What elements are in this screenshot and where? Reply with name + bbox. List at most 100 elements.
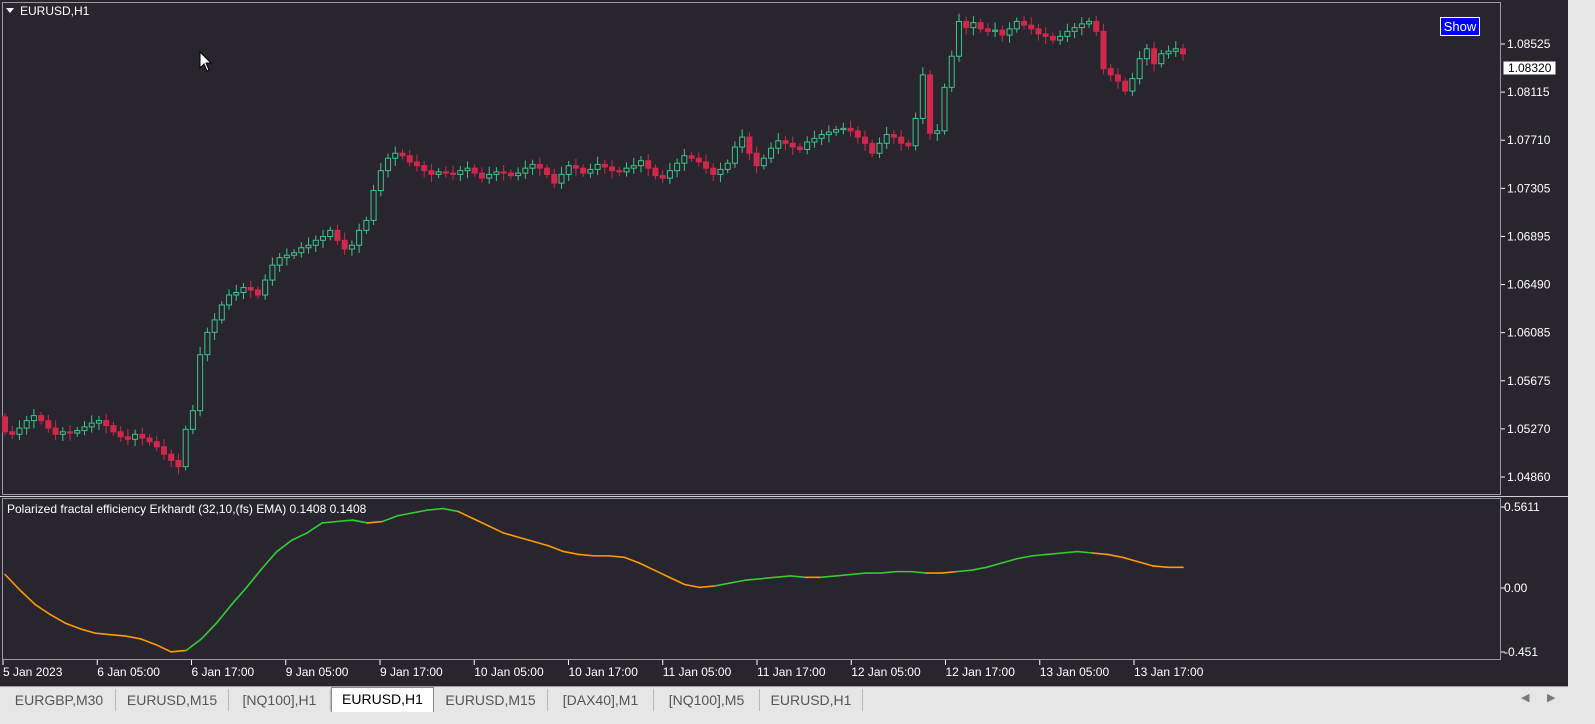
price-tick-label: 1.04860 xyxy=(1507,470,1551,484)
chart-tab[interactable]: [NQ100],M5 xyxy=(654,689,760,711)
candle xyxy=(927,70,934,141)
pfe-segment xyxy=(668,576,686,586)
candle xyxy=(825,125,832,143)
chart-window[interactable]: 1.08525 1.08115 1.07710 1.07305 1.06895 1.064… xyxy=(0,0,1568,686)
candle xyxy=(182,425,189,471)
candle xyxy=(240,282,247,300)
time-tick-label: 6 Jan 05:00 xyxy=(97,665,160,679)
candle xyxy=(833,125,840,136)
pfe-segment xyxy=(351,519,369,524)
candle xyxy=(616,166,623,176)
chart-tab[interactable]: EURUSD,H1 xyxy=(331,687,434,712)
candle xyxy=(493,167,500,182)
pfe-segment xyxy=(1046,552,1063,556)
pfe-segment xyxy=(321,520,339,524)
candle xyxy=(1057,30,1064,45)
chart-tab[interactable]: EURUSD,M15 xyxy=(434,689,548,711)
chart-canvas[interactable]: 1.08525 1.08115 1.07710 1.07305 1.06895 1.064… xyxy=(0,0,1568,686)
indicator-tick-label: 0.00 xyxy=(1504,581,1528,595)
candle xyxy=(919,67,926,125)
candle xyxy=(890,129,897,144)
candle xyxy=(1136,51,1143,85)
candle xyxy=(197,347,204,417)
candle xyxy=(392,146,399,166)
candle xyxy=(515,167,522,181)
candle xyxy=(876,137,883,158)
pfe-segment xyxy=(306,522,323,534)
candle xyxy=(435,168,442,179)
pfe-segment xyxy=(215,603,233,625)
candle xyxy=(2,413,8,436)
candle xyxy=(818,129,825,146)
candle xyxy=(840,122,847,135)
candle xyxy=(59,427,66,442)
pfe-segment xyxy=(1031,553,1048,557)
candle xyxy=(81,421,88,436)
candle xyxy=(88,415,95,433)
candle xyxy=(16,420,23,441)
candle xyxy=(226,289,233,310)
price-tick-label: 1.06085 xyxy=(1507,326,1551,340)
candle xyxy=(1006,22,1013,43)
candle xyxy=(1107,63,1114,82)
candle xyxy=(731,141,738,168)
chart-tab[interactable]: [NQ100],H1 xyxy=(229,689,331,711)
candle xyxy=(1071,22,1078,39)
time-tick-label: 9 Jan 05:00 xyxy=(286,665,349,679)
candle xyxy=(160,439,167,460)
candle xyxy=(558,166,565,189)
candle xyxy=(283,248,290,266)
pfe-segment xyxy=(200,622,218,640)
candle xyxy=(305,237,312,254)
time-tick-label: 12 Jan 17:00 xyxy=(946,665,1016,679)
pfe-segment xyxy=(759,576,777,580)
chart-tab[interactable]: EURUSD,M15 xyxy=(116,689,229,711)
candle xyxy=(370,184,377,226)
candle xyxy=(804,136,811,155)
pfe-segment xyxy=(940,570,958,574)
candle xyxy=(1151,42,1158,72)
price-tick-label: 1.06490 xyxy=(1507,278,1551,292)
price-tick-label: 1.08115 xyxy=(1507,85,1550,99)
candle xyxy=(695,152,702,167)
show-button[interactable]: Show xyxy=(1440,17,1480,36)
chart-tab[interactable]: [DAX40],M1 xyxy=(548,689,654,711)
candle xyxy=(377,162,384,197)
candle xyxy=(95,415,102,430)
pfe-segment xyxy=(185,638,203,652)
candle xyxy=(912,112,919,151)
candle xyxy=(247,280,254,298)
candle xyxy=(587,163,594,178)
candle xyxy=(457,165,464,182)
candle xyxy=(1180,44,1186,61)
tab-scroll-left-icon[interactable]: ◀ xyxy=(1521,691,1529,704)
pfe-segment xyxy=(457,510,474,520)
candle xyxy=(23,415,30,435)
candle xyxy=(999,25,1006,42)
pfe-segment xyxy=(623,556,641,564)
candle xyxy=(327,226,334,241)
candle xyxy=(1093,15,1100,37)
pfe-segment xyxy=(1136,560,1154,567)
candle xyxy=(218,301,225,324)
chart-tab[interactable]: EURGBP,M30 xyxy=(3,689,116,711)
candle xyxy=(1172,41,1179,57)
candle xyxy=(710,163,717,182)
time-tick-label: 12 Jan 05:00 xyxy=(851,665,921,679)
candle xyxy=(146,434,153,446)
candle xyxy=(905,139,912,150)
price-tick-label: 1.07710 xyxy=(1507,133,1551,147)
candle xyxy=(724,159,731,174)
pfe-segment xyxy=(64,622,82,630)
title-dropdown-icon[interactable] xyxy=(6,8,14,13)
pfe-segment xyxy=(578,553,595,557)
chart-tab[interactable]: EURUSD,H1 xyxy=(760,689,863,711)
candle xyxy=(659,169,666,183)
pfe-segment xyxy=(411,509,429,514)
candle xyxy=(1129,72,1136,96)
candle xyxy=(262,274,269,300)
tab-scroll-right-icon[interactable]: ▶ xyxy=(1547,691,1555,704)
candle xyxy=(52,420,59,441)
candle xyxy=(363,216,370,235)
candle xyxy=(30,408,37,429)
